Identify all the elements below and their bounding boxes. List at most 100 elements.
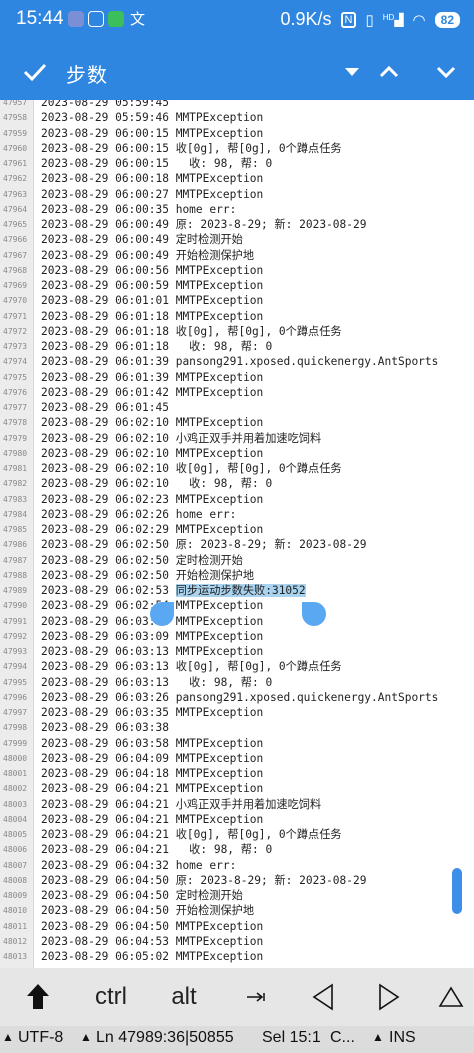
selected-text[interactable]: 同步运动步数失败:31052 [175,584,306,597]
insert-mode[interactable]: INS [389,1029,416,1047]
line-text: 2023-08-29 05:59:45 [41,100,169,110]
triangle-up-icon [438,986,464,1007]
editor-line[interactable]: 47971 2023-08-29 06:01:18 MMTPException [0,309,474,324]
editor-line[interactable]: 47969 2023-08-29 06:00:59 MMTPException [0,278,474,293]
editor-line[interactable]: 47977 2023-08-29 06:01:45 [0,400,474,415]
line-text: 2023-08-29 06:02:10 小鸡正双手并用着加速吃饲料 [41,431,321,446]
editor-line[interactable]: 48010 2023-08-29 06:04:50 开始检测保护地 [0,903,474,918]
editor-line[interactable]: 47994 2023-08-29 06:03:13 收[0g], 帮[0g], 0… [0,659,474,674]
editor-line[interactable]: 47980 2023-08-29 06:02:10 MMTPException [0,446,474,461]
fast-scroll-thumb[interactable] [452,868,462,914]
cursor-right-key[interactable] [362,968,416,1026]
editor-line[interactable]: 47961 2023-08-29 06:00:15 收: 98, 帮: 0 [0,156,474,171]
editor-line[interactable]: 48002 2023-08-29 06:04:21 MMTPException [0,781,474,796]
editor-line[interactable]: 47960 2023-08-29 06:00:15 收[0g], 帮[0g], 0… [0,141,474,156]
editor-line[interactable]: 47963 2023-08-29 06:00:27 MMTPException [0,187,474,202]
editor-line[interactable]: 47995 2023-08-29 06:03:13 收: 98, 帮: 0 [0,675,474,690]
alt-key[interactable]: alt [152,968,216,1026]
editor-line[interactable]: 47987 2023-08-29 06:02:50 定时检测开始 [0,553,474,568]
confirm-button[interactable] [20,57,50,87]
editor-line[interactable]: 47964 2023-08-29 06:00:35 home err: [0,202,474,217]
line-number: 47995 [3,677,28,687]
ctrl-key[interactable]: ctrl [76,968,146,1026]
line-content: 2023-08-29 06:01:18 MMTPException [41,309,264,323]
line-text: 2023-08-29 06:02:10 MMTPException [41,415,263,430]
find-next-button[interactable] [431,57,461,87]
search-options-button[interactable] [337,57,367,87]
shift-key[interactable] [8,968,68,1026]
position-dropdown-icon[interactable]: ▲ [80,1030,92,1044]
editor-line[interactable]: 48009 2023-08-29 06:04:50 定时检测开始 [0,888,474,903]
editor-line[interactable]: 47975 2023-08-29 06:01:39 MMTPException [0,370,474,385]
line-text: 2023-08-29 06:00:49 原: 2023-8-29; 新: 202… [41,217,366,232]
editor-line[interactable]: 47991 2023-08-29 06:03:04 MMTPException [0,614,474,629]
editor-line[interactable]: 48003 2023-08-29 06:04:21 小鸡正双手并用着加速吃饲料 [0,797,474,812]
editor-line[interactable]: 47992 2023-08-29 06:03:09 MMTPException [0,629,474,644]
editor-line[interactable]: 48004 2023-08-29 06:04:21 MMTPException [0,812,474,827]
line-text: 2023-08-29 06:04:50 定时检测开始 [41,888,243,903]
editor-line[interactable]: 47988 2023-08-29 06:02:50 开始检测保护地 [0,568,474,583]
editor-line[interactable]: 47990 2023-08-29 06:02:54 MMTPException [0,598,474,613]
editor-line[interactable]: 47981 2023-08-29 06:02:10 收[0g], 帮[0g], 0… [0,461,474,476]
editor-line[interactable]: 47966 2023-08-29 06:00:49 定时检测开始 [0,232,474,247]
editor-line[interactable]: 47993 2023-08-29 06:03:13 MMTPException [0,644,474,659]
line-content: 2023-08-29 06:04:50 MMTPException [41,919,264,933]
editor-line[interactable]: 47958 2023-08-29 05:59:46 MMTPException [0,110,474,125]
editor-line[interactable]: 47973 2023-08-29 06:01:18 收: 98, 帮: 0 [0,339,474,354]
text-editor[interactable]: 47957 2023-08-29 05:59:45 47958 2023-08-29 … [0,100,474,968]
editor-line[interactable]: 47982 2023-08-29 06:02:10 收: 98, 帮: 0 [0,476,474,491]
editor-line[interactable]: 48008 2023-08-29 06:04:50 原: 2023-8-29; 新… [0,873,474,888]
editor-line[interactable]: 48000 2023-08-29 06:04:09 MMTPException [0,751,474,766]
editor-line[interactable]: 47968 2023-08-29 06:00:56 MMTPException [0,263,474,278]
find-previous-button[interactable] [374,57,404,87]
cursor-position[interactable]: Ln 47989:36|50855 [96,1029,234,1047]
line-number: 48013 [3,952,28,961]
line-text: 2023-08-29 06:03:13 收[0g], 帮[0g], 0个蹲点任务 [41,659,342,674]
editor-line[interactable]: 48011 2023-08-29 06:04:50 MMTPException [0,919,474,934]
editor-line[interactable]: 48001 2023-08-29 06:04:18 MMTPException [0,766,474,781]
line-text: 2023-08-29 06:04:32 home err: [41,858,236,873]
editor-line[interactable]: 47996 2023-08-29 06:03:26 pansong291.xpos… [0,690,474,705]
editor-line[interactable]: 47978 2023-08-29 06:02:10 MMTPException [0,415,474,430]
editor-line[interactable]: 48007 2023-08-29 06:04:32 home err: [0,858,474,873]
selection-start-handle[interactable] [150,602,174,626]
line-number: 47989 [3,586,28,595]
mode-dropdown-icon[interactable]: ▲ [372,1030,384,1044]
line-number: 47970 [3,296,28,306]
editor-line[interactable]: 47984 2023-08-29 06:02:26 home err: [0,507,474,522]
editor-line[interactable]: 48013 2023-08-29 06:05:02 MMTPException [0,949,474,964]
editor-line[interactable]: 47976 2023-08-29 06:01:42 MMTPException [0,385,474,400]
line-number: 47973 [3,342,28,351]
editor-line[interactable]: 47997 2023-08-29 06:03:35 MMTPException [0,705,474,720]
editor-line[interactable]: 48012 2023-08-29 06:04:53 MMTPException [0,934,474,949]
editor-line[interactable]: 47962 2023-08-29 06:00:18 MMTPException [0,171,474,186]
line-number: 48007 [3,860,28,870]
tab-key[interactable] [228,968,284,1026]
line-number: 47993 [3,647,28,656]
editor-line[interactable]: 47965 2023-08-29 06:00:49 原: 2023-8-29; 新… [0,217,474,232]
editor-line[interactable]: 47970 2023-08-29 06:01:01 MMTPException [0,293,474,308]
cursor-left-key[interactable] [296,968,350,1026]
line-content: 2023-08-29 06:00:49 定时检测开始 [41,233,243,247]
encoding-label[interactable]: UTF-8 [18,1029,63,1047]
editor-line[interactable]: 48006 2023-08-29 06:04:21 收: 98, 帮: 0 [0,842,474,857]
editor-line[interactable]: 48005 2023-08-29 06:04:21 收[0g], 帮[0g], 0… [0,827,474,842]
editor-line[interactable]: 47967 2023-08-29 06:00:49 开始检测保护地 [0,248,474,263]
line-content: 2023-08-29 06:02:53 [41,584,176,597]
cursor-up-key[interactable] [428,968,474,1026]
editor-line[interactable]: 47998 2023-08-29 06:03:38 [0,720,474,735]
editor-line[interactable]: 47985 2023-08-29 06:02:29 MMTPException [0,522,474,537]
editor-line[interactable]: 47983 2023-08-29 06:02:23 MMTPException [0,492,474,507]
editor-line[interactable]: 47979 2023-08-29 06:02:10 小鸡正双手并用着加速吃饲料 [0,431,474,446]
line-text: 2023-08-29 06:02:23 MMTPException [41,492,263,507]
editor-line[interactable]: 47974 2023-08-29 06:01:39 pansong291.xpos… [0,354,474,369]
editor-line[interactable]: 47986 2023-08-29 06:02:50 原: 2023-8-29; 新… [0,537,474,552]
editor-line[interactable]: 47959 2023-08-29 06:00:15 MMTPException [0,126,474,141]
line-content: 2023-08-29 06:01:45 [41,401,169,414]
editor-line[interactable]: 47957 2023-08-29 05:59:45 [0,100,474,110]
editor-line[interactable]: 47999 2023-08-29 06:03:58 MMTPException [0,736,474,751]
selection-end-handle[interactable] [302,602,326,626]
encoding-dropdown-icon[interactable]: ▲ [2,1030,14,1044]
editor-line[interactable]: 47989 2023-08-29 06:02:53 同步运动步数失败:31052 [0,583,474,598]
editor-line[interactable]: 47972 2023-08-29 06:01:18 收[0g], 帮[0g], 0… [0,324,474,339]
